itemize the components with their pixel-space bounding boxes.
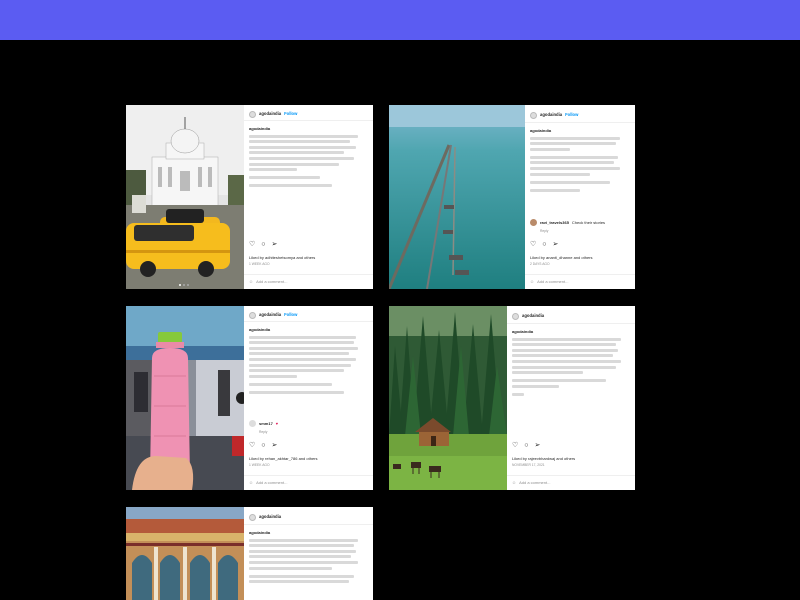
comment-username[interactable]: ravi_travels365 [540, 220, 569, 226]
post-header: agodaindia [507, 306, 635, 324]
post-header: agodaindia [244, 507, 373, 525]
post-date: 1 WEEK AGO [249, 463, 270, 467]
caption-username: agodaindia [249, 530, 271, 535]
share-icon[interactable]: ➢ [272, 441, 278, 452]
caption: agodaindia [244, 322, 373, 394]
emoji-icon[interactable]: ☺ [249, 480, 253, 486]
comment-username[interactable]: smm17 [259, 421, 273, 427]
caption-username: agodaindia [530, 128, 552, 133]
post-card: agodaindia Follow agodaindia smm17 ♥ Rep… [126, 306, 373, 490]
post-header: agodaindia Follow [244, 306, 373, 322]
emoji-icon[interactable]: ☺ [530, 279, 534, 285]
post-detail-pane: agodaindia agodaindia [244, 507, 373, 600]
post-card: agodaindia agodaindia [126, 507, 373, 600]
post-header: agodaindia Follow [244, 105, 373, 121]
comment-item: smm17 ♥ [244, 418, 283, 429]
post-image[interactable] [126, 507, 244, 600]
username[interactable]: agodaindia [259, 312, 281, 318]
likes-count[interactable]: Liked by rajeevbhardwaj and others [512, 456, 575, 462]
post-actions: ♡ ○ ➢ [249, 441, 277, 452]
post-actions: ♡ ○ ➢ [530, 240, 558, 251]
comment-box[interactable]: ☺ Add a comment... [525, 274, 635, 288]
comment-box[interactable]: ☺ Add a comment... [507, 475, 635, 489]
caption-username: agodaindia [512, 329, 534, 334]
post-date: NOVEMBER 17, 2021 [512, 463, 545, 467]
caption: agodaindia [244, 121, 373, 188]
reply-link[interactable]: Reply [540, 229, 548, 234]
post-image[interactable] [389, 306, 507, 490]
post-detail-pane: agodaindia Follow agodaindia ravi_travel… [525, 105, 635, 289]
share-icon[interactable]: ➢ [535, 441, 541, 452]
post-date: 1 WEEK AGO [249, 262, 270, 266]
top-banner [0, 0, 800, 40]
emoji-icon[interactable]: ☺ [249, 279, 253, 285]
post-detail-pane: agodaindia agodaindia ♡ ○ ➢ Liked by raj… [507, 306, 635, 490]
post-card: agodaindia agodaindia ♡ ○ ➢ Liked by raj… [389, 306, 635, 490]
heart-emoji-icon: ♥ [275, 420, 279, 426]
comment-icon[interactable]: ○ [542, 240, 546, 251]
avatar[interactable] [530, 111, 537, 119]
comment-input[interactable]: Add a comment... [519, 480, 550, 486]
post-date: 2 DAYS AGO [530, 262, 550, 266]
comment-box[interactable]: ☺ Add a comment... [244, 274, 373, 288]
heart-icon[interactable]: ♡ [530, 240, 536, 251]
comment-icon[interactable]: ○ [261, 441, 265, 452]
username[interactable]: agodaindia [540, 112, 562, 118]
comment-box[interactable]: ☺ Add a comment... [244, 475, 373, 489]
post-image[interactable] [389, 105, 525, 289]
emoji-icon[interactable]: ☺ [512, 480, 516, 486]
follow-button[interactable]: Follow [284, 312, 297, 318]
comment-input[interactable]: Add a comment... [256, 480, 287, 486]
follow-button[interactable]: Follow [565, 112, 578, 118]
likes-count[interactable]: Liked by adhiteshetsomya and others [249, 255, 315, 261]
heart-icon[interactable]: ♡ [249, 441, 255, 452]
comment-icon[interactable]: ○ [524, 441, 528, 452]
post-detail-pane: agodaindia Follow agodaindia smm17 ♥ Rep… [244, 306, 373, 490]
avatar[interactable] [249, 513, 256, 521]
avatar[interactable] [249, 420, 256, 427]
share-icon[interactable]: ➢ [272, 240, 278, 251]
heart-icon[interactable]: ♡ [512, 441, 518, 452]
username[interactable]: agodaindia [522, 313, 544, 319]
post-image[interactable] [126, 306, 244, 490]
post-actions: ♡ ○ ➢ [512, 441, 540, 452]
post-header: agodaindia Follow [525, 105, 635, 123]
likes-count[interactable]: Liked by rehan_akhtar_786 and others [249, 456, 318, 462]
avatar[interactable] [530, 219, 537, 226]
post-actions: ♡ ○ ➢ [249, 240, 277, 251]
heart-icon[interactable]: ♡ [249, 240, 255, 251]
caption: agodaindia [244, 525, 373, 584]
follow-button[interactable]: Follow [284, 111, 297, 117]
username[interactable]: agodaindia [259, 514, 281, 520]
avatar[interactable] [249, 311, 256, 319]
caption-username: agodaindia [249, 327, 271, 332]
post-card: agodaindia Follow agodaindia ♡ ○ ➢ Liked… [126, 105, 373, 289]
comment-icon[interactable]: ○ [261, 240, 265, 251]
username[interactable]: agodaindia [259, 111, 281, 117]
comment-text: Check their stories [571, 219, 606, 225]
post-image[interactable] [126, 105, 244, 289]
avatar[interactable] [512, 312, 519, 320]
caption: agodaindia [525, 123, 635, 192]
caption-username: agodaindia [249, 126, 271, 131]
avatar[interactable] [249, 110, 256, 118]
share-icon[interactable]: ➢ [553, 240, 559, 251]
likes-count[interactable]: Liked by ananti_dhanne and others [530, 255, 593, 261]
post-detail-pane: agodaindia Follow agodaindia ♡ ○ ➢ Liked… [244, 105, 373, 289]
comment-input[interactable]: Add a comment... [537, 279, 568, 285]
reply-link[interactable]: Reply [259, 430, 267, 435]
post-card: agodaindia Follow agodaindia ravi_travel… [389, 105, 635, 289]
comment-item: ravi_travels365 Check their stories [525, 217, 610, 228]
comment-input[interactable]: Add a comment... [256, 279, 287, 285]
caption: agodaindia [507, 324, 635, 396]
